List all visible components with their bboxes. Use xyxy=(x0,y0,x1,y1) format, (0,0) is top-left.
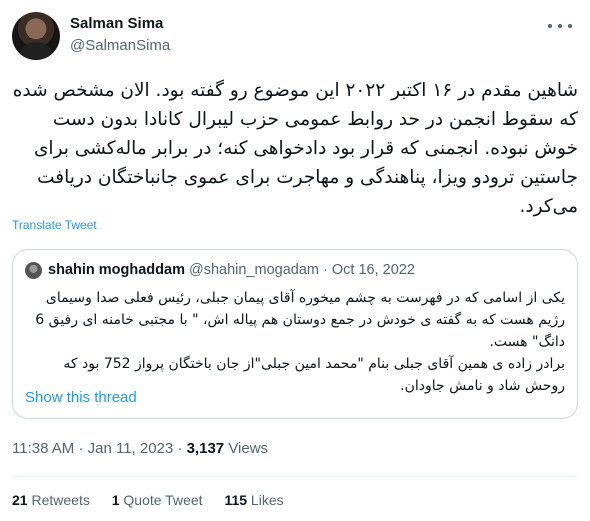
likes-label: Likes xyxy=(250,492,284,508)
views-label: Views xyxy=(228,440,269,457)
quote-tweets-count: 1 xyxy=(111,492,120,508)
tweet-text: شاهین مقدم در ۱۶ اکتبر ۲۰۲۲ این موضوع رو… xyxy=(12,80,578,217)
quoted-tweet-header: shahin moghaddam @shahin_mogadam · Oct 1… xyxy=(48,262,415,278)
timestamp-separator-1: · xyxy=(78,440,84,457)
stats-divider xyxy=(12,476,578,477)
tweet-date[interactable]: Jan 11, 2023 xyxy=(88,440,174,457)
retweets-stat[interactable]: 21 Retweets xyxy=(12,492,90,508)
tweet-header: Salman Sima @SalmanSima xyxy=(12,10,578,60)
quoted-separator: · xyxy=(323,262,328,278)
show-thread-link[interactable]: Show this thread xyxy=(25,389,137,406)
quoted-date: Oct 16, 2022 xyxy=(331,262,415,278)
translate-tweet-link[interactable]: Translate Tweet xyxy=(12,218,97,232)
views-count: 3,137 xyxy=(186,440,225,457)
quoted-tweet[interactable]: shahin moghaddam @shahin_mogadam · Oct 1… xyxy=(12,249,578,419)
engagement-stats: 21 Retweets 1 Quote Tweet 115 Likes xyxy=(12,492,302,508)
author-handle[interactable]: @SalmanSima xyxy=(70,37,170,54)
retweets-count: 21 xyxy=(12,492,28,508)
likes-count: 115 xyxy=(224,492,248,508)
author-avatar[interactable] xyxy=(12,12,60,60)
author-name[interactable]: Salman Sima xyxy=(70,15,163,32)
quoted-author-name: shahin moghaddam xyxy=(48,262,185,278)
quoted-paragraph-1: یکی از اسامی که در فهرست به چشم میخوره آ… xyxy=(35,290,565,350)
quoted-author-avatar xyxy=(25,262,42,279)
quoted-author-handle: @shahin_mogadam xyxy=(189,262,319,278)
quote-tweets-label: Quote Tweet xyxy=(123,492,203,508)
quoted-tweet-text: یکی از اسامی که در فهرست به چشم میخوره آ… xyxy=(25,287,565,397)
more-options-icon[interactable] xyxy=(548,16,572,36)
timestamp-separator-2: · xyxy=(177,440,183,457)
likes-stat[interactable]: 115 Likes xyxy=(224,492,283,508)
quote-tweets-stat[interactable]: 1 Quote Tweet xyxy=(112,492,203,508)
tweet-timestamp-row: 11:38 AM · Jan 11, 2023 · 3,137 Views xyxy=(12,440,268,457)
retweets-label: Retweets xyxy=(31,492,90,508)
tweet-time[interactable]: 11:38 AM xyxy=(12,440,74,457)
